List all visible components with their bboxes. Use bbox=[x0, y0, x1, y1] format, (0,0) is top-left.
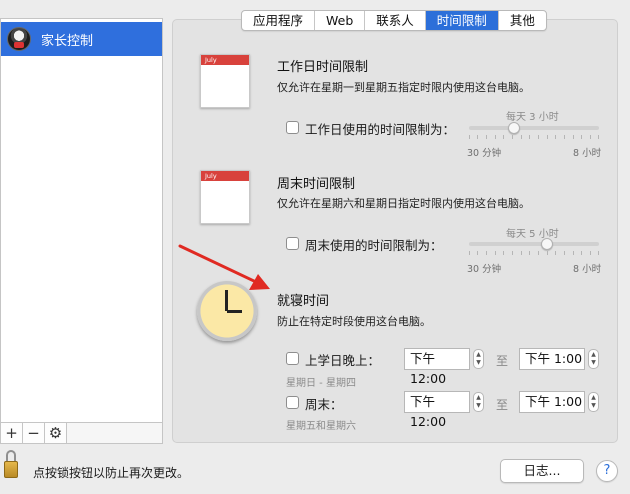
help-button[interactable]: ? bbox=[596, 460, 618, 482]
weekday-limit-label: 工作日使用的时间限制为： bbox=[305, 122, 456, 137]
tab-web[interactable]: Web bbox=[315, 11, 366, 30]
weekend-bedtime-days: 星期五和星期六 bbox=[286, 421, 356, 432]
weekend-limit-label: 周末使用的时间限制为： bbox=[305, 238, 443, 253]
weekend-limit-checkbox[interactable] bbox=[286, 237, 299, 250]
weekend-slider-ticks bbox=[469, 251, 599, 256]
gear-icon[interactable]: ⚙ bbox=[45, 423, 67, 443]
weekend-slider-min: 30 分钟 bbox=[467, 264, 502, 275]
weekday-slider-track[interactable] bbox=[469, 126, 599, 130]
weekday-description: 仅允许在星期一到星期五指定时限内使用这台电脑。 bbox=[277, 81, 530, 94]
calendar-grid bbox=[201, 65, 249, 71]
school-night-label: 上学日晚上： bbox=[305, 353, 381, 368]
lock-hint-text: 点按锁按钮以防止再次更改。 bbox=[33, 466, 190, 480]
weekend-slider-max: 8 小时 bbox=[573, 264, 602, 275]
school-night-checkbox[interactable] bbox=[286, 352, 299, 365]
weekday-slider-thumb[interactable] bbox=[508, 122, 520, 134]
lock-icon[interactable] bbox=[4, 450, 18, 480]
calendar-month: July bbox=[201, 55, 249, 65]
bedtime-title: 就寝时间 bbox=[277, 294, 330, 309]
weekend-slider-track[interactable] bbox=[469, 242, 599, 246]
tab-other[interactable]: 其他 bbox=[499, 11, 546, 30]
remove-button[interactable]: − bbox=[23, 423, 45, 443]
clock-minute-hand bbox=[227, 310, 242, 313]
logs-button[interactable]: 日志... bbox=[500, 459, 584, 483]
tab-time-limits[interactable]: 时间限制 bbox=[425, 11, 499, 30]
tab-apps[interactable]: 应用程序 bbox=[242, 11, 316, 30]
weekend-to-label: 至 bbox=[496, 398, 509, 412]
weekday-limit-checkbox[interactable] bbox=[286, 121, 299, 134]
tab-bar: 应用程序 Web 联系人 时间限制 其他 bbox=[241, 10, 547, 31]
weekday-title: 工作日时间限制 bbox=[277, 60, 369, 75]
clock-icon bbox=[197, 281, 257, 341]
clock-hour-hand bbox=[225, 290, 228, 311]
weekend-end-time[interactable]: 下午 1:00 bbox=[519, 391, 585, 413]
school-night-end-stepper[interactable]: ▲ ▼ bbox=[588, 349, 599, 369]
school-night-days: 星期日 - 星期四 bbox=[286, 378, 356, 389]
weekend-end-stepper[interactable]: ▲ ▼ bbox=[588, 392, 599, 412]
weekday-slider-max: 8 小时 bbox=[573, 148, 602, 159]
weekend-bedtime-checkbox[interactable] bbox=[286, 396, 299, 409]
weekday-slider-min: 30 分钟 bbox=[467, 148, 502, 159]
school-night-to-label: 至 bbox=[496, 354, 509, 368]
weekend-title: 周末时间限制 bbox=[277, 177, 356, 192]
sidebar-item-label: 家长控制 bbox=[41, 33, 94, 49]
sidebar-item-parental-controls[interactable]: 家长控制 bbox=[1, 22, 162, 56]
tab-contacts[interactable]: 联系人 bbox=[365, 11, 426, 30]
child-avatar-icon bbox=[7, 27, 31, 51]
calendar-icon: July bbox=[200, 54, 250, 108]
weekend-bedtime-label: 周末： bbox=[305, 397, 343, 412]
weekday-slider-caption: 每天 3 小时 bbox=[506, 112, 559, 123]
weekend-start-stepper[interactable]: ▲ ▼ bbox=[473, 392, 484, 412]
weekend-slider-thumb[interactable] bbox=[541, 238, 553, 250]
bedtime-description: 防止在特定时段使用这台电脑。 bbox=[277, 315, 431, 328]
calendar-icon: July bbox=[200, 170, 250, 224]
weekend-start-time[interactable]: 下午12:00 bbox=[404, 391, 470, 429]
add-button[interactable]: + bbox=[1, 423, 23, 443]
calendar-grid bbox=[201, 181, 249, 187]
weekday-slider-ticks bbox=[469, 135, 599, 140]
weekend-slider-caption: 每天 5 小时 bbox=[506, 229, 559, 240]
school-night-end-time[interactable]: 下午 1:00 bbox=[519, 348, 585, 370]
weekend-description: 仅允许在星期六和星期日指定时限内使用这台电脑。 bbox=[277, 197, 530, 210]
calendar-month: July bbox=[201, 171, 249, 181]
school-night-start-stepper[interactable]: ▲ ▼ bbox=[473, 349, 484, 369]
sidebar-toolbar: + − ⚙ bbox=[0, 423, 163, 444]
user-list: 家长控制 bbox=[0, 18, 163, 423]
school-night-start-time[interactable]: 下午12:00 bbox=[404, 348, 470, 386]
